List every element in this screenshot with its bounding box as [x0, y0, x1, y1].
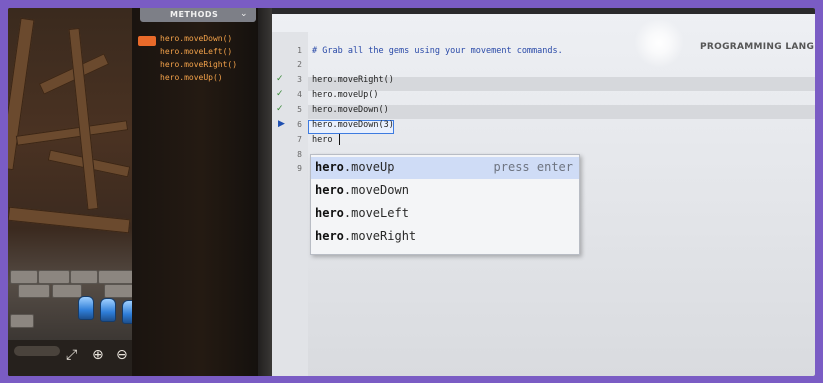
- wall-stone: [38, 270, 70, 284]
- autocomplete-item[interactable]: hero.moveDown: [311, 180, 579, 202]
- line-number: 3: [297, 75, 302, 84]
- hero-sprite: [100, 298, 116, 322]
- wood-beam: [8, 17, 35, 171]
- game-viewport: ⤢ ⊕ ⊖: [8, 8, 138, 376]
- play-arrow-icon: ▶: [278, 119, 285, 129]
- code-editor[interactable]: PROGRAMMING LANGUAG 1 2 3 4 5 6 7 8 9 ✓ …: [272, 8, 815, 376]
- methods-header[interactable]: METHODS ⌄: [140, 8, 256, 22]
- screen-photo: ⤢ ⊕ ⊖ METHODS ⌄ hero.moveDown() hero.mov…: [8, 8, 815, 376]
- line-number: 1: [297, 46, 302, 55]
- autocomplete-item[interactable]: hero.moveLeft: [311, 203, 579, 225]
- code-line-4[interactable]: hero.moveUp(): [312, 90, 379, 100]
- editor-top-bar: [272, 8, 815, 14]
- line-number: 7: [297, 135, 302, 144]
- code-line-5[interactable]: hero.moveDown(): [312, 105, 389, 115]
- wall-stone: [52, 284, 82, 298]
- editor-title: PROGRAMMING LANGUAG: [700, 42, 815, 52]
- wall-stone: [10, 314, 34, 328]
- methods-panel: METHODS ⌄ hero.moveDown() hero.moveLeft(…: [132, 8, 258, 376]
- wall-stone: [70, 270, 98, 284]
- line-number: 5: [297, 105, 302, 114]
- autocomplete-label: hero.moveRight: [315, 229, 416, 243]
- wood-beam: [68, 27, 99, 211]
- playback-scrubber[interactable]: [14, 346, 60, 356]
- code-line-7[interactable]: hero: [312, 135, 332, 145]
- wood-beam: [15, 120, 129, 146]
- screen-glare: [634, 18, 684, 68]
- autocomplete-label: hero.moveLeft: [315, 206, 409, 220]
- autocomplete-prefix: hero: [315, 206, 344, 220]
- wall-stone: [18, 284, 50, 298]
- text-caret: [339, 134, 340, 145]
- check-icon: ✓: [276, 74, 284, 84]
- methods-title: METHODS: [170, 10, 219, 19]
- autocomplete-label: hero.moveDown: [315, 183, 409, 197]
- autocomplete-prefix: hero: [315, 160, 344, 174]
- expand-icon[interactable]: ⤢: [66, 348, 77, 362]
- check-icon: ✓: [276, 104, 284, 114]
- autocomplete-suffix: .moveUp: [343, 160, 395, 174]
- line-number: 6: [297, 120, 302, 129]
- code-line-3[interactable]: hero.moveRight(): [312, 75, 394, 85]
- line-number: 4: [297, 90, 302, 99]
- autocomplete-suffix: .moveLeft: [343, 206, 409, 220]
- line-number: 2: [297, 60, 302, 69]
- wall-stone: [104, 284, 134, 298]
- zoom-in-icon[interactable]: ⊕: [92, 348, 104, 362]
- method-item-moveright[interactable]: hero.moveRight(): [160, 60, 237, 69]
- chevron-down-icon[interactable]: ⌄: [240, 9, 248, 19]
- autocomplete-hint: press enter: [493, 160, 573, 174]
- wood-beam: [8, 206, 131, 234]
- method-item-moveup[interactable]: hero.moveUp(): [160, 73, 223, 82]
- method-group-icon: [138, 36, 156, 46]
- check-icon: ✓: [276, 89, 284, 99]
- line-number: 8: [297, 150, 302, 159]
- method-item-moveleft[interactable]: hero.moveLeft(): [160, 47, 232, 56]
- wall-stone: [98, 270, 134, 284]
- autocomplete-prefix: hero: [315, 183, 344, 197]
- wall-stone: [10, 270, 38, 284]
- autocomplete-item[interactable]: hero.moveUp press enter: [311, 157, 579, 179]
- autocomplete-label: hero.moveUp: [315, 160, 394, 174]
- hero-sprite: [78, 296, 94, 320]
- method-item-movedown[interactable]: hero.moveDown(): [160, 34, 232, 43]
- monitor-bezel: [258, 8, 272, 376]
- code-line-1[interactable]: # Grab all the gems using your movement …: [312, 46, 563, 56]
- autocomplete-item[interactable]: hero.moveRight: [311, 226, 579, 248]
- autocomplete-prefix: hero: [315, 229, 344, 243]
- zoom-out-icon[interactable]: ⊖: [116, 348, 128, 362]
- code-line-6[interactable]: hero.moveDown(3): [312, 120, 394, 130]
- autocomplete-popup: hero.moveUp press enter hero.moveDown he…: [310, 154, 580, 255]
- line-number: 9: [297, 164, 302, 173]
- autocomplete-suffix: .moveDown: [343, 183, 409, 197]
- autocomplete-suffix: .moveRight: [343, 229, 417, 243]
